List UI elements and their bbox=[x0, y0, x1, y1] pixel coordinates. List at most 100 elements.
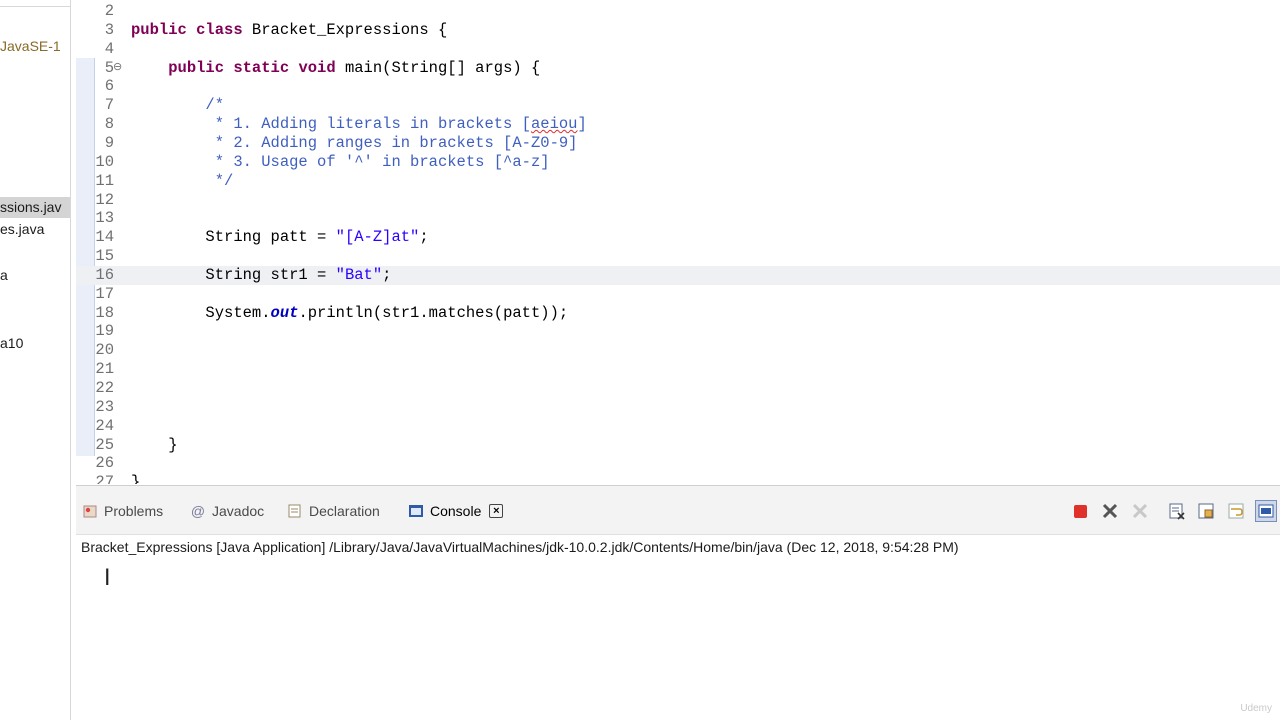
code-line[interactable]: 10 * 3. Usage of '^' in brackets [^a-z] bbox=[76, 153, 1280, 172]
line-number: 20 bbox=[95, 341, 114, 360]
line-number: 19 bbox=[95, 322, 114, 341]
code-line[interactable]: 12 bbox=[76, 191, 1280, 210]
code-line[interactable]: 6 bbox=[76, 77, 1280, 96]
line-number: 21 bbox=[95, 360, 114, 379]
code-text: * 2. Adding ranges in brackets [A-Z0-9] bbox=[131, 133, 578, 152]
code-line[interactable]: 17 bbox=[76, 285, 1280, 304]
code-text: String patt = "[A-Z]at"; bbox=[131, 228, 429, 247]
tree-item-file[interactable]: a bbox=[0, 267, 8, 283]
code-text: */ bbox=[131, 171, 234, 190]
code-text: public static void main(String[] args) { bbox=[168, 58, 541, 77]
code-line[interactable]: 16 String str1 = "Bat"; bbox=[76, 265, 1280, 285]
line-number: 23 bbox=[95, 397, 114, 416]
terminate-button[interactable] bbox=[1069, 500, 1091, 522]
tree-item-file[interactable]: es.java bbox=[0, 221, 44, 237]
line-number: 2 bbox=[104, 2, 114, 20]
code-line[interactable]: 3 public class Bracket_Expressions { bbox=[76, 21, 1280, 40]
clear-console-button[interactable] bbox=[1166, 500, 1188, 522]
line-number: 7 bbox=[104, 96, 114, 115]
console-output-area[interactable] bbox=[76, 561, 1280, 721]
tree-item-jre[interactable]: JavaSE-1 bbox=[0, 38, 61, 54]
code-line[interactable]: 25 } bbox=[76, 436, 1280, 455]
code-line[interactable]: 9 * 2. Adding ranges in brackets [A-Z0-9… bbox=[76, 134, 1280, 153]
code-line[interactable]: 18 System.out.println(str1.matches(patt)… bbox=[76, 304, 1280, 323]
word-wrap-icon bbox=[1228, 503, 1244, 519]
code-line[interactable]: 26 bbox=[76, 454, 1280, 473]
code-text: public class Bracket_Expressions { bbox=[131, 20, 448, 39]
line-number: 16 bbox=[95, 265, 114, 284]
remove-all-terminated-button[interactable] bbox=[1129, 500, 1151, 522]
word-wrap-button[interactable] bbox=[1225, 500, 1247, 522]
at-icon: @ bbox=[190, 503, 206, 519]
code-text: * 3. Usage of '^' in brackets [^a-z] bbox=[131, 152, 550, 171]
code-line[interactable]: 20 bbox=[76, 341, 1280, 360]
line-number: 14 bbox=[95, 228, 114, 247]
pin-console-button[interactable] bbox=[1255, 500, 1277, 522]
stop-icon bbox=[1073, 504, 1087, 518]
line-number: 22 bbox=[95, 379, 114, 397]
code-line[interactable]: 15 bbox=[76, 247, 1280, 266]
declaration-icon bbox=[287, 503, 303, 519]
x-icon bbox=[1102, 503, 1118, 519]
fold-toggle-icon[interactable]: ⊖ bbox=[113, 59, 122, 78]
console-icon bbox=[408, 503, 424, 519]
code-text: * 1. Adding literals in brackets [aeiou] bbox=[131, 115, 587, 134]
tab-console[interactable]: Console × bbox=[408, 500, 504, 522]
code-line[interactable]: 5 ⊖ public static void main(String[] args… bbox=[76, 59, 1280, 78]
line-number: 3 bbox=[104, 20, 114, 39]
code-line[interactable]: 19 bbox=[76, 322, 1280, 341]
line-number: 6 bbox=[104, 77, 114, 96]
line-number: 13 bbox=[95, 209, 114, 228]
line-number: 5 bbox=[104, 58, 114, 77]
console-launch-description: Bracket_Expressions [Java Application] /… bbox=[81, 539, 959, 555]
remove-launch-button[interactable] bbox=[1099, 500, 1121, 522]
problems-icon bbox=[82, 503, 98, 519]
code-line[interactable]: 24 bbox=[76, 417, 1280, 436]
tab-javadoc[interactable]: @ Javadoc bbox=[190, 500, 264, 522]
code-text: System.out.println(str1.matches(patt)); bbox=[131, 303, 569, 322]
line-number: 17 bbox=[95, 284, 114, 303]
tab-label: Problems bbox=[104, 503, 164, 519]
code-text: } bbox=[131, 435, 178, 454]
line-number: 10 bbox=[95, 152, 114, 171]
tree-item-bracket-expressions[interactable]: ssions.jav bbox=[0, 197, 70, 218]
code-text: } bbox=[131, 473, 141, 484]
code-line[interactable]: 22 bbox=[76, 379, 1280, 398]
code-line[interactable]: 7 /* bbox=[76, 96, 1280, 115]
code-line[interactable]: 23 bbox=[76, 398, 1280, 417]
code-text: String str1 = "Bat"; bbox=[131, 265, 392, 284]
tree-item-jre10[interactable]: a10 bbox=[0, 335, 23, 351]
tab-label: Declaration bbox=[309, 503, 380, 519]
line-number: 24 bbox=[95, 416, 114, 435]
line-number: 4 bbox=[104, 39, 114, 58]
view-tab-bar: Problems @ Javadoc Declaration Console × bbox=[76, 486, 1280, 535]
watermark: Udemy bbox=[1240, 703, 1272, 714]
code-line[interactable]: 2 bbox=[76, 2, 1280, 21]
line-number: 18 bbox=[95, 303, 114, 322]
code-line[interactable]: 8 * 1. Adding literals in brackets [aeio… bbox=[76, 115, 1280, 134]
code-line[interactable]: 13 bbox=[76, 209, 1280, 228]
bottom-panel: Problems @ Javadoc Declaration Console × bbox=[76, 485, 1280, 721]
display-console-icon bbox=[1258, 504, 1274, 518]
line-number: 8 bbox=[104, 115, 114, 134]
tab-problems[interactable]: Problems bbox=[82, 500, 163, 522]
code-line[interactable]: 4 bbox=[76, 40, 1280, 59]
line-number: 27 bbox=[95, 473, 114, 484]
code-line[interactable]: 21 bbox=[76, 360, 1280, 379]
code-line[interactable]: 11 */ bbox=[76, 172, 1280, 191]
panel-divider bbox=[0, 0, 70, 7]
code-line[interactable]: 14 String patt = "[A-Z]at"; bbox=[76, 228, 1280, 247]
package-explorer: JavaSE-1 ssions.jav es.java a a10 bbox=[0, 0, 71, 720]
code-line[interactable]: 27} bbox=[76, 473, 1280, 484]
code-editor[interactable]: 2 3 public class Bracket_Expressions { 4 5 ⊖ … bbox=[76, 0, 1280, 484]
scroll-lock-button[interactable] bbox=[1195, 500, 1217, 522]
clear-icon bbox=[1169, 503, 1185, 520]
tab-declaration[interactable]: Declaration bbox=[287, 500, 380, 522]
close-icon[interactable]: × bbox=[489, 504, 504, 518]
scroll-lock-icon bbox=[1198, 503, 1214, 519]
double-x-icon bbox=[1132, 503, 1148, 519]
line-number: 15 bbox=[95, 247, 114, 266]
line-number: 26 bbox=[95, 454, 114, 473]
tab-label: Console bbox=[430, 503, 482, 519]
line-number: 25 bbox=[95, 435, 114, 454]
